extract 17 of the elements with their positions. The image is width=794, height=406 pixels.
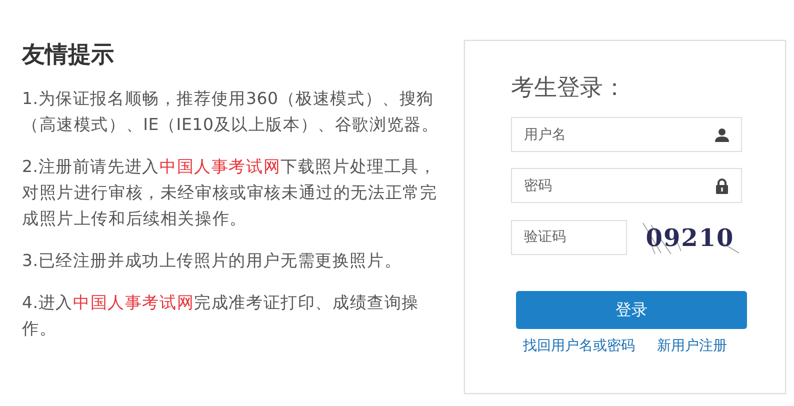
tip-paragraph: 2.注册前请先进入中国人事考试网下载照片处理工具，对照片进行审核，未经审核或审核未通过的无法正常完成照片上传和后续相关操作。 (22, 156, 438, 230)
input-field[interactable]: 密码 (511, 168, 742, 203)
user-icon (714, 127, 730, 143)
tip-paragraph: 3.已经注册并成功上传照片的用户无需更换照片。 (22, 250, 403, 272)
section-title: 友情提示 (22, 41, 115, 70)
link[interactable]: 中国人事考试网 (72, 293, 194, 312)
input-field[interactable]: 用户名 (511, 117, 742, 152)
lock-icon (714, 178, 730, 194)
link[interactable]: 中国人事考试网 (159, 157, 281, 176)
tip-paragraph: 4.进入中国人事考试网完成准考证打印、成绩查询操作。 (22, 292, 420, 340)
login-button[interactable]: 登录 (516, 291, 747, 329)
tip-paragraph: 1.为保证报名顺畅，推荐使用360（极速模式）、搜狗（高速模式）、IE（IE10及以上版本）、谷歌浏览器。 (22, 88, 440, 136)
captcha-input[interactable]: 验证码 (511, 220, 627, 254)
captcha-image[interactable]: 09210 (641, 219, 739, 255)
link[interactable]: 找回用户名或密码 (523, 337, 635, 355)
link[interactable]: 新用户注册 (657, 337, 727, 355)
login-title: 考生登录： (511, 74, 627, 103)
